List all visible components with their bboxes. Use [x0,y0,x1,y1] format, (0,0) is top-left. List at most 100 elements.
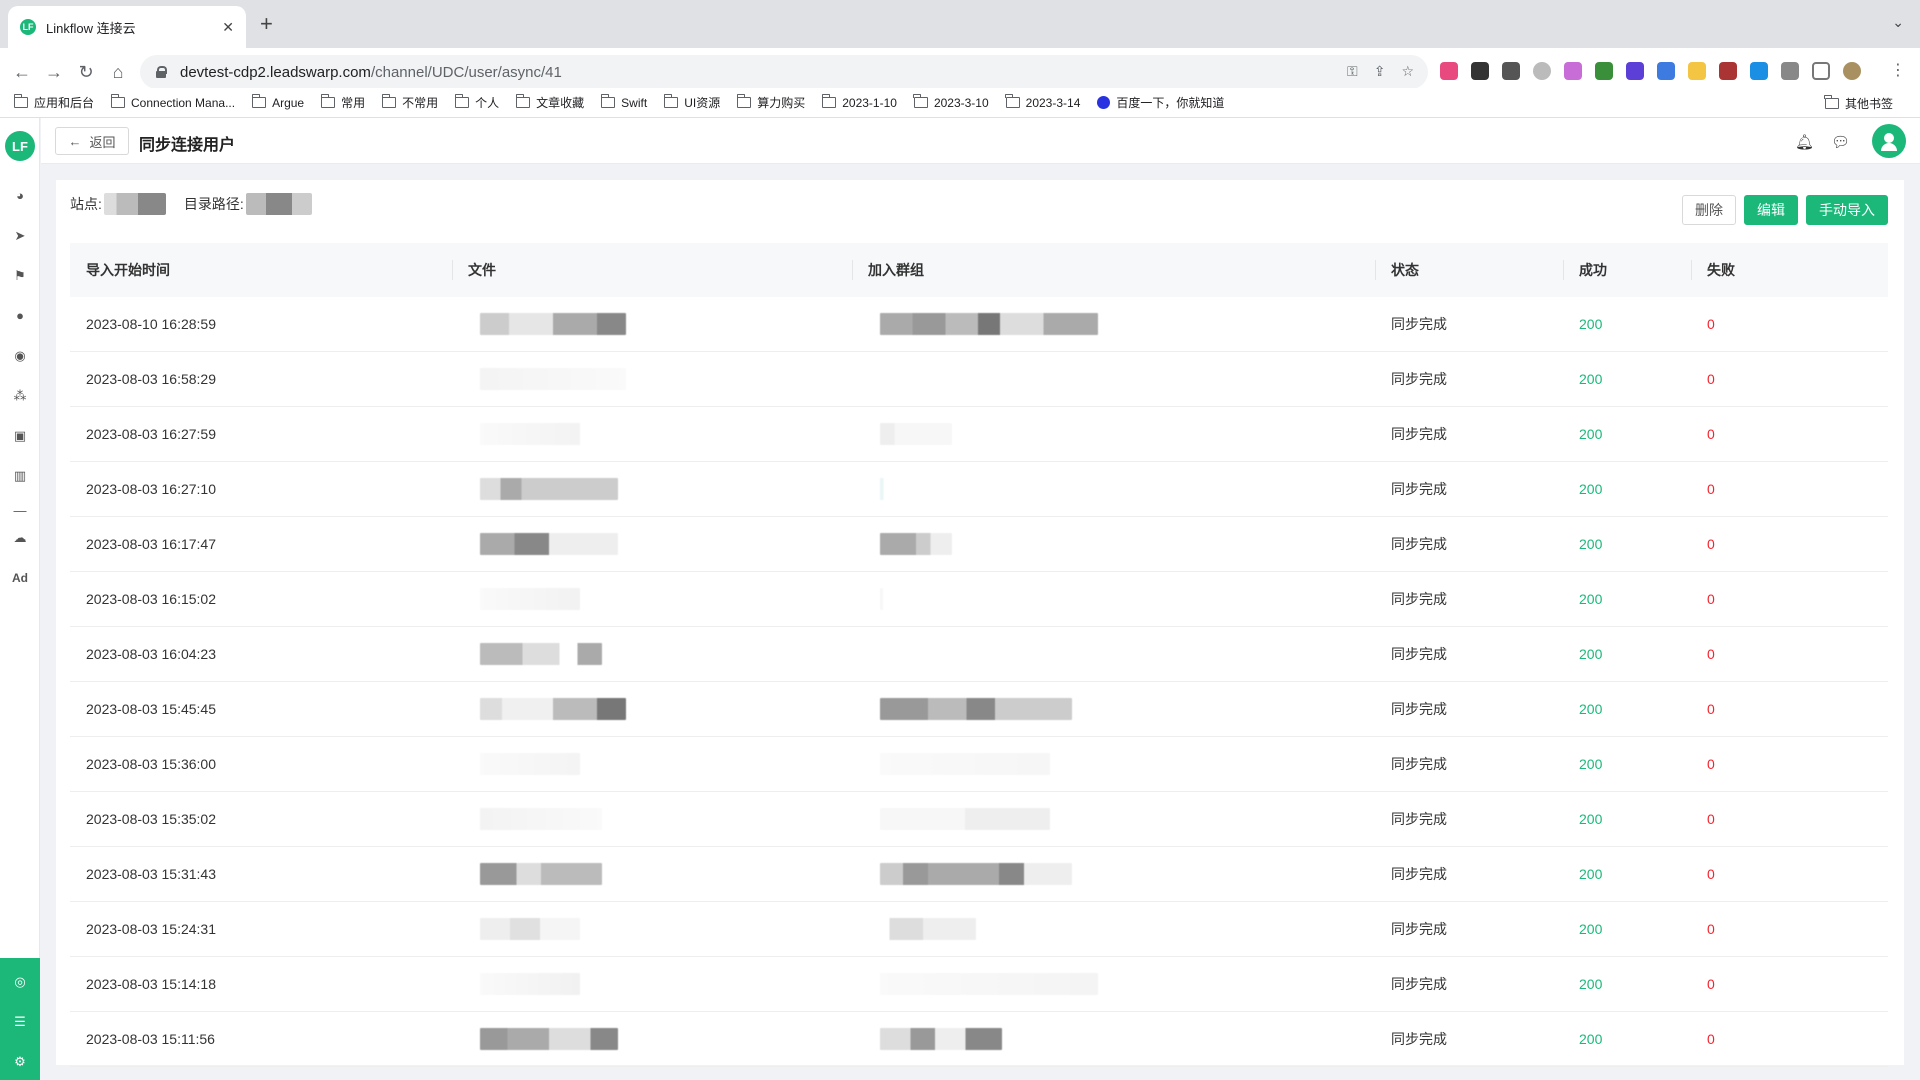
group-cell [852,792,1375,846]
table-row[interactable]: 2023-08-03 16:27:59 同步完成 200 0 [70,407,1888,462]
file-cell [452,627,852,681]
flag-icon[interactable]: ⚑ [12,268,28,284]
import-start-time: 2023-08-03 16:27:10 [86,481,216,497]
reload-icon[interactable]: ↻ [74,60,98,84]
menu-dots-icon[interactable]: ⋮ [1890,60,1906,80]
bookmark-baidu[interactable]: 百度一下，你就知道 [1097,94,1224,111]
group-icon[interactable]: ⁂ [12,388,28,404]
other-bookmarks[interactable]: 其他书签 [1824,95,1893,112]
table-row[interactable]: 2023-08-10 16:28:59 同步完成 200 0 [70,297,1888,352]
success-count: 200 [1579,426,1603,442]
ad-icon[interactable]: Ad [12,570,28,586]
success-count: 200 [1579,371,1603,387]
linkflow-logo[interactable]: LF [5,131,35,161]
bookmark-folder[interactable]: 个人 [454,94,499,111]
extension-icon[interactable] [1533,62,1551,80]
table-row[interactable]: 2023-08-03 15:14:18 同步完成 200 0 [70,957,1888,1012]
bookmark-folder[interactable]: 算力购买 [736,94,805,111]
table-row[interactable]: 2023-08-03 15:35:02 同步完成 200 0 [70,792,1888,847]
table-row[interactable]: 2023-08-03 16:15:02 同步完成 200 0 [70,572,1888,627]
profile-avatar-icon[interactable] [1843,62,1861,80]
users-icon[interactable]: ◉ [12,348,28,364]
bar-chart-icon[interactable]: ▥ [12,468,28,484]
edit-button[interactable]: 编辑 [1744,195,1798,225]
table-row[interactable]: 2023-08-03 16:04:23 同步完成 200 0 [70,627,1888,682]
extension-icon[interactable] [1719,62,1737,80]
delete-button[interactable]: 删除 [1682,195,1736,225]
home-icon[interactable]: ⌂ [106,60,130,84]
bookmark-folder[interactable]: Argue [251,94,304,110]
extension-icon[interactable] [1440,62,1458,80]
table-row[interactable]: 2023-08-03 15:45:45 同步完成 200 0 [70,682,1888,737]
wechat-icon[interactable]: ☁ [12,530,28,546]
bookmark-folder[interactable]: Swift [600,94,647,110]
table-row[interactable]: 2023-08-03 15:31:43 同步完成 200 0 [70,847,1888,902]
column-header: 文件 [452,243,852,297]
dashboard-icon[interactable]: ◕ [12,188,28,204]
user-icon[interactable]: ● [12,308,28,324]
extension-icon[interactable] [1595,62,1613,80]
bell-icon[interactable]: 🔔︎ [1795,133,1814,151]
lock-icon[interactable] [156,66,167,78]
forward-arrow-icon[interactable]: → [42,60,66,84]
share-icon[interactable]: ⇪ [1374,63,1386,80]
table-row[interactable]: 2023-08-03 15:36:00 同步完成 200 0 [70,737,1888,792]
redacted-file [480,918,580,940]
key-icon[interactable]: ⚿ [1347,63,1358,80]
redacted-file [480,808,602,830]
bookmark-folder[interactable]: 应用和后台 [13,94,94,111]
bookmark-folder[interactable]: 文章收藏 [515,94,584,111]
send-icon[interactable]: ➤ [12,228,28,244]
gear-icon[interactable]: ⚙ [12,1054,28,1070]
bookmark-folder[interactable]: 2023-3-14 [1005,94,1080,110]
table-row[interactable]: 2023-08-03 16:17:47 同步完成 200 0 [70,517,1888,572]
manual-import-button[interactable]: 手动导入 [1806,195,1888,225]
browser-tab[interactable]: LF Linkflow 连接云 ✕ [8,6,246,48]
bookmark-folder[interactable]: Connection Mana... [110,94,235,110]
success-count: 200 [1579,536,1603,552]
fail-count: 0 [1707,371,1715,387]
status-cell: 同步完成 [1391,371,1447,387]
sync-user-icon[interactable]: ◎ [12,974,28,990]
list-icon[interactable]: ☰ [12,1014,28,1030]
extension-icon[interactable] [1626,62,1644,80]
folder-icon [663,94,679,108]
bookmark-folder[interactable]: 2023-3-10 [913,94,989,110]
group-cell [852,297,1375,351]
success-count: 200 [1579,591,1603,607]
puzzle-icon[interactable] [1781,62,1799,80]
file-cell [452,682,852,736]
table-row[interactable]: 2023-08-03 15:24:31 同步完成 200 0 [70,902,1888,957]
sidebar-bottom-panel: ◎ ☰ ⚙ [0,958,40,1080]
bookmark-icon[interactable]: ▣ [12,428,28,444]
bookmark-folder[interactable]: UI资源 [663,94,720,111]
extension-icon[interactable] [1657,62,1675,80]
sidebar-toggle-icon[interactable] [1812,62,1830,80]
table-row[interactable]: 2023-08-03 16:58:29 同步完成 200 0 [70,352,1888,407]
bookmark-folder[interactable]: 不常用 [381,94,438,111]
back-button[interactable]: ← 返回 [55,127,129,155]
group-cell [852,572,1375,626]
table-row[interactable]: 2023-08-03 15:11:56 同步完成 200 0 [70,1012,1888,1067]
bookmark-folder[interactable]: 常用 [320,94,365,111]
extension-icon[interactable] [1471,62,1489,80]
fail-count: 0 [1707,426,1715,442]
extension-icon[interactable] [1688,62,1706,80]
table-row[interactable]: 2023-08-03 16:27:10 同步完成 200 0 [70,462,1888,517]
extension-icon[interactable] [1564,62,1582,80]
chat-icon[interactable]: 💬︎ [1831,133,1850,151]
extension-icon[interactable] [1502,62,1520,80]
address-bar[interactable]: devtest-cdp2.leadswarp.com/channel/UDC/u… [140,55,1428,89]
new-tab-button[interactable]: + [260,13,273,35]
chevron-down-icon[interactable]: ⌄ [1892,14,1904,31]
import-start-time: 2023-08-03 16:15:02 [86,591,216,607]
extension-icon[interactable] [1750,62,1768,80]
close-icon[interactable]: ✕ [222,19,234,36]
file-cell [452,352,852,406]
user-avatar[interactable] [1872,124,1906,158]
redacted-file [480,423,580,445]
table-body: 2023-08-10 16:28:59 同步完成 200 0 2023-08-03 16… [70,297,1888,1067]
bookmark-folder[interactable]: 2023-1-10 [821,94,897,110]
star-icon[interactable]: ☆ [1401,63,1414,80]
back-arrow-icon[interactable]: ← [10,60,34,84]
